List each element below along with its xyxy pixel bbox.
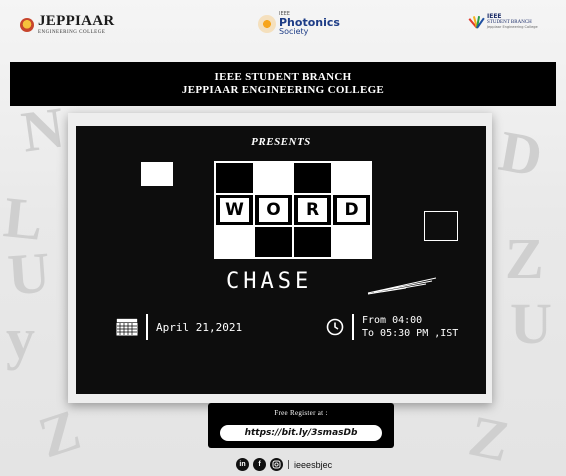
decorative-square	[141, 162, 173, 186]
jeppiaar-subtitle: ENGINEERING COLLEGE	[38, 30, 106, 35]
grid-cell	[254, 226, 293, 258]
bg-letter: y	[6, 306, 35, 371]
event-time: From 04:00 To 05:30 PM ,IST	[326, 314, 458, 340]
grid-cell: D	[332, 194, 371, 226]
grid-cell: W	[215, 194, 254, 226]
bg-letter: Z	[505, 226, 544, 291]
grid-cell	[332, 162, 371, 194]
decorative-outline-square	[424, 211, 458, 241]
grid-cell	[293, 162, 332, 194]
word-letter-tile: O	[258, 198, 289, 222]
word-letter-tile: R	[297, 198, 328, 222]
time-start: From 04:00	[362, 315, 423, 326]
photonics-society: Society	[279, 27, 309, 36]
header-line-1: IEEE STUDENT BRANCH	[214, 71, 352, 83]
photonics-society-logo: IEEE Photonics Society	[258, 12, 340, 36]
pen-scribble-icon	[367, 277, 437, 295]
chalkboard: PRESENTS W O R D CHASE April 21,2021 Fro…	[76, 126, 486, 394]
date-text: April 21,2021	[156, 320, 243, 334]
social-handle: ieeesbjec	[294, 459, 333, 470]
word-grid: W O R D	[214, 161, 372, 259]
grid-cell	[215, 226, 254, 258]
word-letter-tile: D	[336, 198, 367, 222]
chase-title: CHASE	[226, 269, 313, 294]
grid-cell	[254, 162, 293, 194]
bg-letter: D	[494, 117, 548, 190]
rays-icon	[468, 15, 485, 29]
student-branch-logo: IEEE STUDENT BRANCH Jeppiaar Engineering…	[468, 13, 538, 29]
facebook-icon[interactable]: f	[253, 458, 266, 471]
logo-bar: JEPPIAAR ENGINEERING COLLEGE IEEE Photon…	[0, 0, 566, 44]
registration-box: Free Register at : https://bit.ly/3smasD…	[208, 403, 394, 448]
divider	[352, 314, 354, 340]
social-bar: in f | ieeesbjec	[236, 458, 332, 471]
register-link[interactable]: https://bit.ly/3smasDb	[220, 425, 382, 441]
linkedin-icon[interactable]: in	[236, 458, 249, 471]
bg-letter: Z	[30, 396, 88, 471]
bg-letter: U	[510, 291, 552, 356]
sb-subtitle: Jeppiaar Engineering College	[487, 24, 538, 29]
header-line-2: JEPPIAAR ENGINEERING COLLEGE	[181, 84, 385, 96]
grid-cell: R	[293, 194, 332, 226]
grid-cell: O	[254, 194, 293, 226]
header-band: IEEE STUDENT BRANCH JEPPIAAR ENGINEERING…	[10, 62, 556, 106]
college-seal-icon	[20, 17, 34, 32]
time-end: To 05:30 PM ,IST	[362, 328, 459, 339]
presents-text: PRESENTS	[251, 136, 311, 148]
calendar-icon	[116, 318, 138, 336]
word-letter-tile: W	[219, 198, 250, 222]
clock-icon	[326, 318, 344, 336]
event-date: April 21,2021	[116, 314, 242, 340]
grid-cell	[332, 226, 371, 258]
social-separator: |	[287, 459, 291, 470]
grid-cell	[293, 226, 332, 258]
grid-cell	[215, 162, 254, 194]
register-label: Free Register at :	[274, 409, 328, 417]
divider	[146, 314, 148, 340]
instagram-icon[interactable]	[270, 458, 283, 471]
sun-icon	[258, 15, 276, 33]
jeppiaar-logo: JEPPIAAR ENGINEERING COLLEGE	[20, 14, 115, 35]
bg-letter: U	[5, 239, 53, 308]
bg-letter: Z	[463, 402, 516, 475]
jeppiaar-name: JEPPIAAR	[38, 13, 115, 29]
